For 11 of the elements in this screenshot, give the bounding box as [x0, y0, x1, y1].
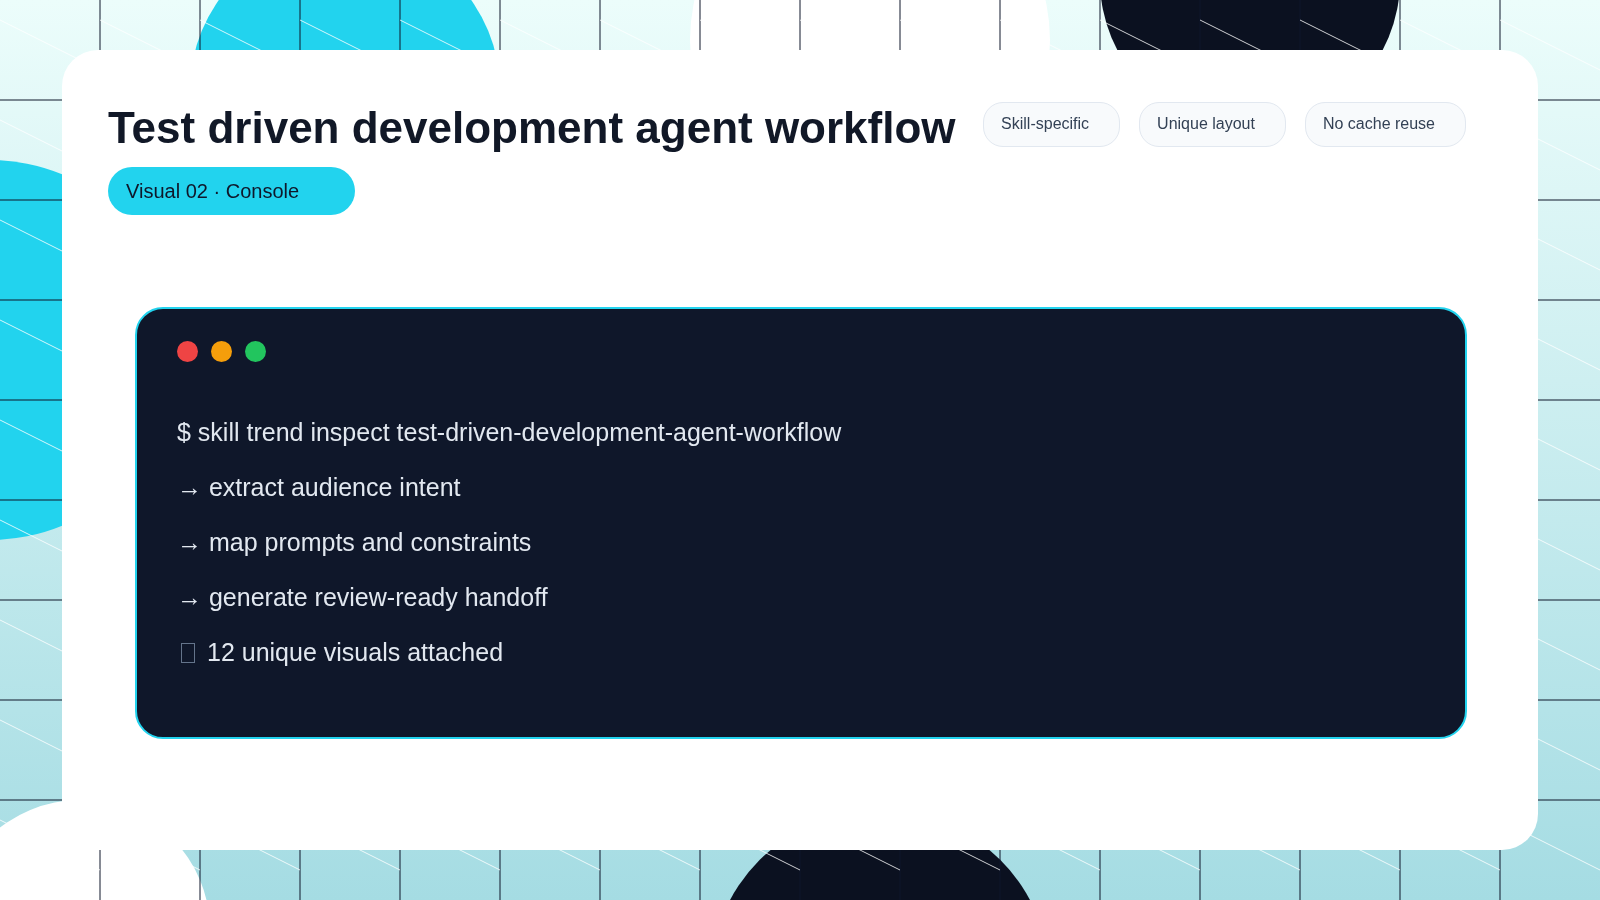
output-line: → extract audience intent: [177, 471, 462, 502]
slide-title: Test driven development agent workflow: [108, 102, 957, 154]
missing-glyph-icon: [181, 642, 195, 663]
output-line: → generate review-ready handoff: [177, 581, 549, 612]
command-line: $ skill trend inspect test-driven-development-agent-workflow: [177, 416, 843, 447]
tag-chip: Unique layout: [1139, 102, 1286, 147]
tag-chip: No cache reuse: [1304, 102, 1466, 147]
output-line: → map prompts and constraints: [177, 526, 533, 557]
output-line: 12 unique visuals attached: [207, 637, 504, 666]
visual-label: Visual 02 · Console: [108, 166, 356, 215]
tag-chip: Skill-specific: [983, 102, 1121, 147]
